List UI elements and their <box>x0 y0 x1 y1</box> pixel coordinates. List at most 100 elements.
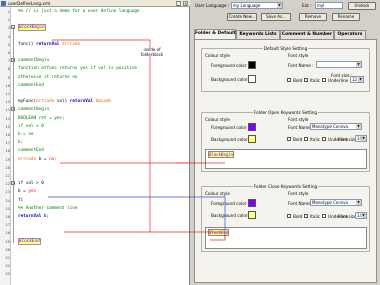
line-number: 33 <box>5 271 10 277</box>
underline-checkbox[interactable] <box>322 78 326 82</box>
code-line: commentEnd <box>18 148 44 153</box>
line-number: 3 <box>7 25 10 31</box>
code-line: BlockEnd <box>18 237 41 245</box>
bold-label: Bold <box>293 137 303 142</box>
line-number: 13 <box>5 107 10 113</box>
code-token: b; <box>43 214 50 219</box>
code-token: errcode <box>18 156 39 162</box>
background-color-swatch[interactable] <box>248 135 256 143</box>
line-number: 25 <box>5 205 10 211</box>
folder-open-group: Folder Open Keywords Setting Colour styl… <box>201 110 370 172</box>
font-style-label: Font style <box>288 191 309 196</box>
code-token: if val > 0 <box>18 181 44 187</box>
folder-close-preview: BlockEnd <box>205 227 367 249</box>
code-line: otherwise it returns no <box>18 75 78 80</box>
undock-button[interactable]: Undock <box>348 2 376 10</box>
code-line: if val > 0 <box>18 124 44 129</box>
chevron-down-icon: ▼ <box>358 77 363 82</box>
foreground-color-swatch[interactable] <box>248 61 256 69</box>
font-style-label: Font style <box>288 117 309 122</box>
user-language-value: my Language <box>233 3 261 8</box>
code-line: b; <box>18 140 23 145</box>
code-line: %% Another comment line <box>18 206 78 211</box>
bold-checkbox[interactable] <box>287 214 291 218</box>
fold-margin[interactable]: −−−− <box>11 7 17 285</box>
ext-value: myl <box>317 3 325 8</box>
font-size-select[interactable]: 14 ▼ <box>355 135 367 142</box>
italic-checkbox[interactable] <box>304 137 308 141</box>
line-number: 17 <box>5 140 10 146</box>
user-language-label: User Language : <box>195 3 230 8</box>
line-number: 5 <box>7 41 10 47</box>
line-number: 20 <box>5 164 10 170</box>
italic-checkbox[interactable] <box>304 78 308 82</box>
line-number-gutter: 1 2 3 4 5 6 7 8 9 10 11 12 13 14 15 16 17 18 19 20 21 22 23 24 2… <box>0 7 11 285</box>
code-token: b = <box>18 189 29 195</box>
close-icon[interactable]: × <box>183 1 188 6</box>
tab-comment-number[interactable]: Comment & Number <box>280 30 334 39</box>
remove-button[interactable]: Remove <box>299 13 327 21</box>
font-size-select[interactable]: 12 ▼ <box>350 76 364 83</box>
line-number: 23 <box>5 189 10 195</box>
bold-checkbox[interactable] <box>287 137 291 141</box>
italic-label: Italic <box>310 214 321 219</box>
font-size-select[interactable]: 14 ▼ <box>355 212 367 219</box>
foreground-color-label: Foreground color <box>211 63 247 68</box>
fold-line <box>12 29 14 243</box>
code-line: if val > 0 <box>18 181 44 186</box>
close-group-title: Folder Close Keywords Setting <box>252 184 319 189</box>
editor-titlebar: userDefineLang.xml _ × <box>0 0 190 7</box>
line-number: 21 <box>5 173 10 178</box>
ext-input[interactable]: myl <box>315 2 343 9</box>
line-number: 10 <box>5 82 10 88</box>
foreground-color-swatch[interactable] <box>248 123 256 131</box>
annotation-label: inside of folderblock <box>140 47 164 57</box>
foreground-color-swatch[interactable] <box>248 199 256 207</box>
editor-window: userDefineLang.xml _ × 1 2 3 4 5 6 7 8 9 10 11 12 13… <box>0 0 190 285</box>
code-token: BOOLEAN ret = yes; <box>18 115 65 121</box>
tab-folder-default[interactable]: Folder & Default <box>194 29 236 39</box>
code-line: %% // is just a demo for a user define l… <box>18 9 140 14</box>
underline-checkbox[interactable] <box>322 214 326 218</box>
save-as-button[interactable]: Save As... <box>261 13 291 21</box>
tab-keywords-lists[interactable]: Keywords Lists <box>236 30 280 39</box>
code-line: fi <box>18 198 23 203</box>
font-name-select[interactable]: Monotype Corsiva ▼ <box>310 123 362 130</box>
code-token: %% // is just a demo for a user define l… <box>18 9 140 14</box>
code-line: errcode b = no; <box>18 157 57 162</box>
background-color-swatch[interactable] <box>248 75 256 83</box>
tab-operators[interactable]: Operators <box>334 30 366 39</box>
code-token: no; <box>49 156 57 162</box>
code-line: func() returnVal errcode <box>18 42 80 47</box>
line-number: 29 <box>5 238 10 244</box>
font-name-select[interactable]: ▼ <box>316 61 362 68</box>
code-token: errcode <box>61 41 81 47</box>
background-color-label: Background color <box>211 77 248 82</box>
colour-style-label: Colour style <box>205 117 230 122</box>
rename-button[interactable]: Rename <box>332 13 360 21</box>
code-token: if val > 0 <box>18 123 44 129</box>
line-number: 24 <box>5 197 10 203</box>
minimize-icon[interactable]: _ <box>176 1 181 6</box>
background-color-swatch[interactable] <box>248 211 256 219</box>
code-line: commentBegin <box>18 107 49 112</box>
user-language-select[interactable]: my Language ▼ <box>231 2 283 9</box>
font-name-select[interactable]: Monotype Corsiva ▼ <box>310 199 362 206</box>
create-new-button[interactable]: Create New... <box>227 13 257 21</box>
line-number: 32 <box>5 263 10 269</box>
folder-close-group: Folder Close Keywords Setting Colour sty… <box>201 184 370 252</box>
code-token: b; <box>18 140 24 146</box>
line-number: 16 <box>5 132 10 137</box>
ext-label: Ext : <box>302 3 312 8</box>
code-token: BlockEnd <box>18 237 41 245</box>
code-token: BlockBegin <box>18 24 46 32</box>
foreground-color-label: Foreground color <box>211 125 247 130</box>
preview-text: BlockEnd <box>208 229 230 236</box>
bold-label: Bold <box>293 214 303 219</box>
italic-label: Italic <box>310 78 321 83</box>
bold-checkbox[interactable] <box>287 78 291 82</box>
underline-checkbox[interactable] <box>322 137 326 141</box>
italic-checkbox[interactable] <box>304 214 308 218</box>
line-number: 4 <box>7 33 10 39</box>
line-number: 15 <box>5 123 10 129</box>
